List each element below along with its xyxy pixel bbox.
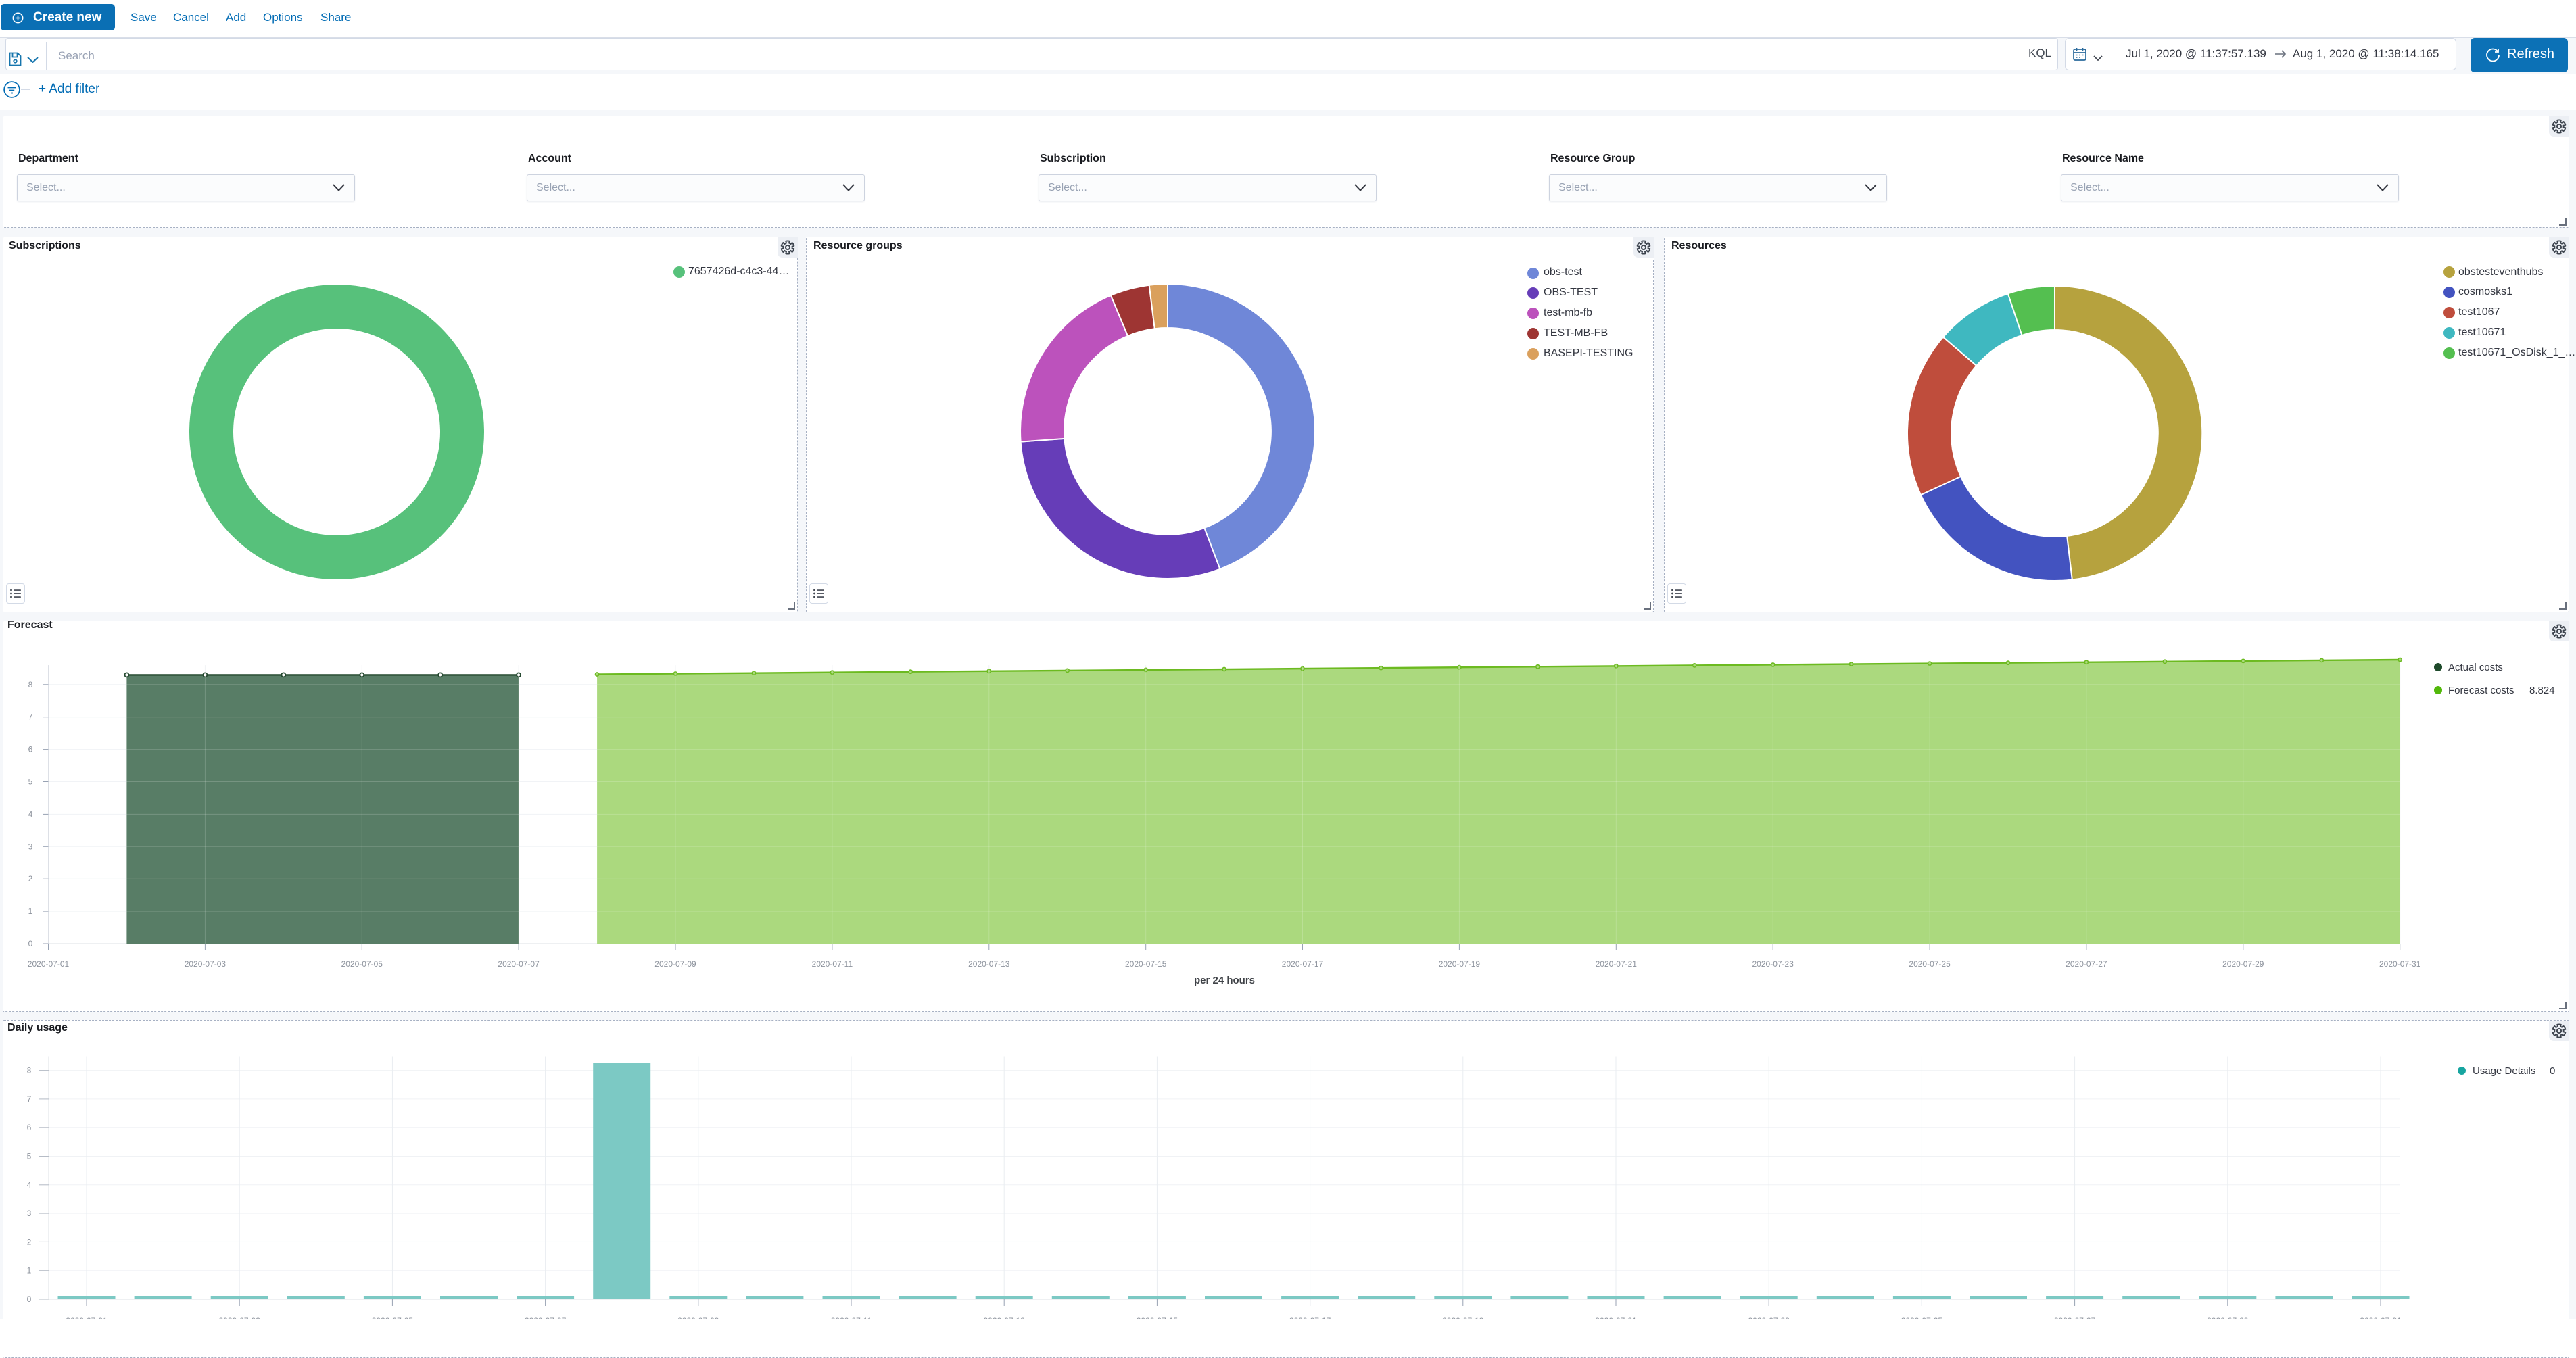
svg-text:5: 5 xyxy=(27,1152,32,1161)
svg-text:2020-07-17: 2020-07-17 xyxy=(1289,1316,1331,1319)
svg-text:2020-07-23: 2020-07-23 xyxy=(1748,1316,1790,1319)
svg-text:8: 8 xyxy=(27,1066,32,1075)
svg-text:2020-07-03: 2020-07-03 xyxy=(219,1316,261,1319)
svg-text:3: 3 xyxy=(27,1209,32,1218)
svg-text:2020-07-11: 2020-07-11 xyxy=(831,1316,872,1319)
svg-text:2: 2 xyxy=(27,1237,32,1246)
svg-text:7: 7 xyxy=(27,1094,32,1104)
svg-text:2020-07-19: 2020-07-19 xyxy=(1442,1316,1484,1319)
svg-text:1: 1 xyxy=(27,1266,32,1276)
svg-text:2020-07-05: 2020-07-05 xyxy=(372,1316,414,1319)
svg-text:2020-07-15: 2020-07-15 xyxy=(1137,1316,1178,1319)
svg-text:2020-07-31: 2020-07-31 xyxy=(2360,1316,2402,1319)
svg-text:2020-07-09: 2020-07-09 xyxy=(677,1316,719,1319)
svg-text:6: 6 xyxy=(27,1123,32,1132)
svg-text:2020-07-21: 2020-07-21 xyxy=(1595,1316,1637,1319)
svg-text:4: 4 xyxy=(27,1180,32,1190)
svg-text:2020-07-27: 2020-07-27 xyxy=(2054,1316,2096,1319)
svg-text:2020-07-25: 2020-07-25 xyxy=(1901,1316,1943,1319)
svg-text:2020-07-07: 2020-07-07 xyxy=(525,1316,567,1319)
svg-text:2020-07-01: 2020-07-01 xyxy=(66,1316,108,1319)
svg-text:0: 0 xyxy=(27,1294,32,1304)
svg-text:2020-07-29: 2020-07-29 xyxy=(2207,1316,2249,1319)
svg-text:2020-07-13: 2020-07-13 xyxy=(984,1316,1026,1319)
